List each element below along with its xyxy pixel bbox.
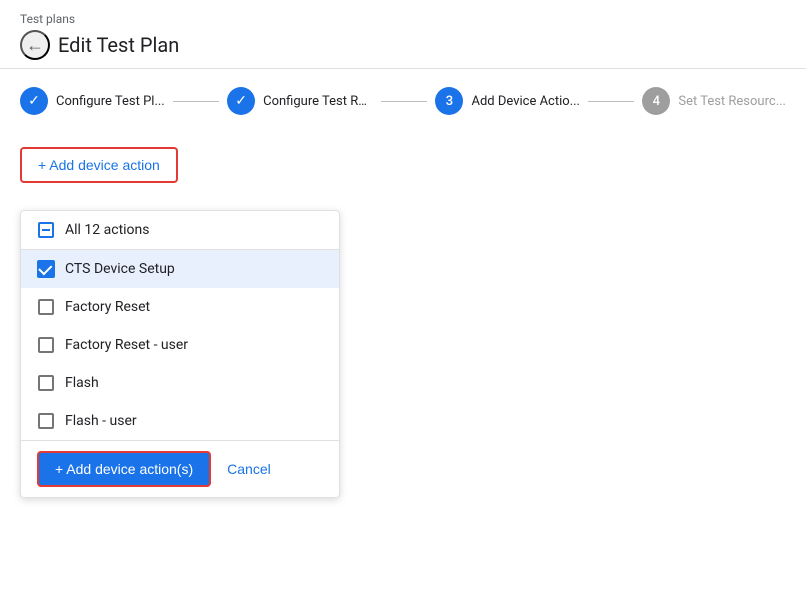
step-4: 4 Set Test Resourc...	[642, 87, 786, 115]
unchecked-icon-1	[38, 299, 54, 315]
step-1-check: ✓	[28, 93, 40, 109]
item-0-checkbox	[37, 260, 55, 278]
stepper: ✓ Configure Test Pl... ✓ Configure Test …	[0, 69, 806, 131]
unchecked-icon-2	[38, 337, 54, 353]
breadcrumb: Test plans	[20, 12, 786, 26]
step-3-circle: 3	[435, 87, 463, 115]
page-title: Edit Test Plan	[58, 33, 179, 57]
item-0-label: CTS Device Setup	[65, 261, 175, 277]
step-2-label: Configure Test Ru...	[263, 94, 373, 109]
item-3-label: Flash	[65, 375, 99, 391]
all-actions-label: All 12 actions	[65, 222, 150, 238]
page-container: Test plans ← Edit Test Plan ✓ Configure …	[0, 0, 806, 596]
item-4-checkbox	[37, 412, 55, 430]
step-4-circle: 4	[642, 87, 670, 115]
item-1-label: Factory Reset	[65, 299, 150, 315]
cancel-button[interactable]: Cancel	[227, 461, 271, 477]
add-action-button[interactable]: + Add device action	[20, 147, 178, 183]
step-1-label: Configure Test Pl...	[56, 94, 165, 109]
list-item[interactable]: Factory Reset	[21, 288, 339, 326]
back-button[interactable]: ←	[20, 30, 50, 60]
title-row: ← Edit Test Plan	[20, 30, 786, 60]
item-3-checkbox	[37, 374, 55, 392]
submit-action-button[interactable]: + Add device action(s)	[37, 451, 211, 487]
all-actions-checkbox	[37, 221, 55, 239]
list-item[interactable]: Flash	[21, 364, 339, 402]
step-4-label: Set Test Resourc...	[678, 94, 786, 109]
dropdown-panel: All 12 actions CTS Device Setup Factory …	[20, 210, 340, 498]
dropdown-footer: + Add device action(s) Cancel	[21, 440, 339, 497]
unchecked-icon-4	[38, 413, 54, 429]
step-1: ✓ Configure Test Pl...	[20, 87, 165, 115]
header: Test plans ← Edit Test Plan	[0, 0, 806, 69]
step-4-num: 4	[653, 94, 660, 109]
dropdown-list: All 12 actions CTS Device Setup Factory …	[21, 211, 339, 440]
item-2-checkbox	[37, 336, 55, 354]
step-2-circle: ✓	[227, 87, 255, 115]
step-1-circle: ✓	[20, 87, 48, 115]
item-2-label: Factory Reset - user	[65, 337, 188, 353]
item-1-checkbox	[37, 298, 55, 316]
item-4-label: Flash - user	[65, 413, 137, 429]
connector-1	[173, 101, 219, 102]
step-3-label: Add Device Actio...	[471, 94, 580, 109]
list-item[interactable]: CTS Device Setup	[21, 250, 339, 288]
unchecked-icon-3	[38, 375, 54, 391]
step-3-num: 3	[446, 94, 453, 109]
checked-icon-0	[37, 260, 55, 278]
list-item[interactable]: Flash - user	[21, 402, 339, 440]
indeterminate-icon	[38, 222, 54, 238]
main-content: + Add device action	[0, 131, 806, 199]
step-3: 3 Add Device Actio...	[435, 87, 580, 115]
step-2-check: ✓	[235, 93, 247, 109]
connector-2	[381, 101, 427, 102]
all-actions-item[interactable]: All 12 actions	[21, 211, 339, 249]
step-2: ✓ Configure Test Ru...	[227, 87, 373, 115]
list-item[interactable]: Factory Reset - user	[21, 326, 339, 364]
connector-3	[588, 101, 634, 102]
